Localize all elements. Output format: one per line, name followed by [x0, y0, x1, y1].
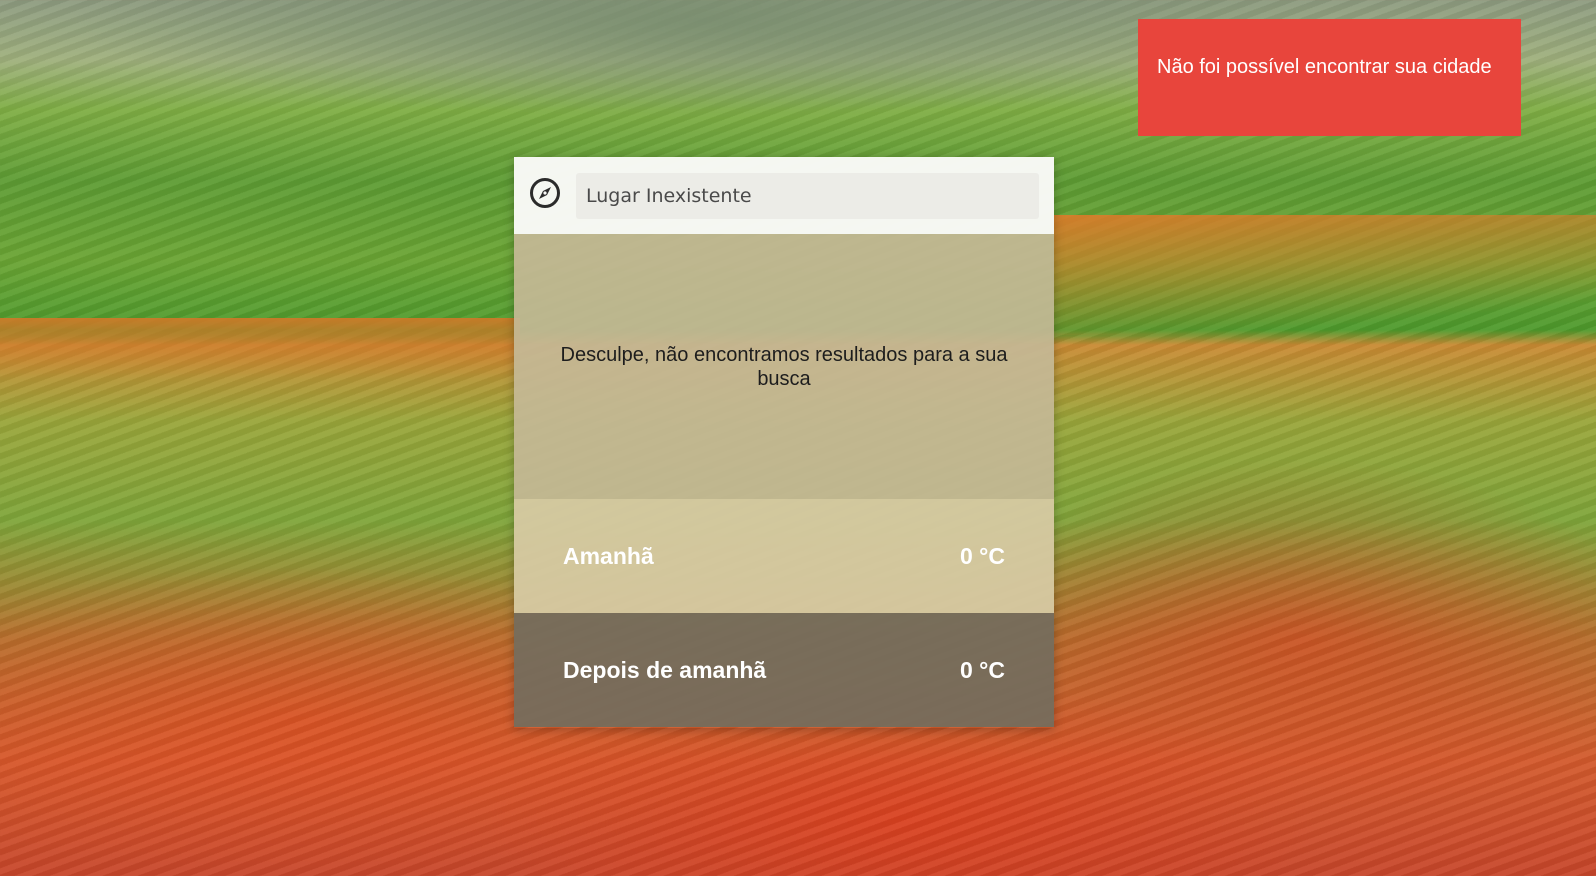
city-search-input[interactable]: [576, 172, 1039, 219]
search-bar: [514, 157, 1054, 234]
error-notification-message: Não foi possível encontrar sua cidade: [1157, 56, 1492, 78]
background-landscape-detail: [0, 318, 520, 378]
background-landscape: [1054, 215, 1596, 335]
forecast-day-label: Depois de amanhã: [563, 656, 767, 683]
compass-icon: [529, 177, 576, 214]
forecast-day-label: Amanhã: [563, 542, 654, 569]
forecast-row-tomorrow: Amanhã 0 °C: [514, 499, 1054, 613]
search-result-panel: Desculpe, não encontramos resultados par…: [514, 234, 1054, 499]
forecast-temperature: 0 °C: [960, 656, 1005, 683]
error-notification: Não foi possível encontrar sua cidade: [1138, 19, 1521, 136]
forecast-row-day-after-tomorrow: Depois de amanhã 0 °C: [514, 613, 1054, 727]
no-results-message: Desculpe, não encontramos resultados par…: [560, 343, 1008, 390]
weather-card: Desculpe, não encontramos resultados par…: [514, 157, 1054, 728]
forecast-temperature: 0 °C: [960, 542, 1005, 569]
